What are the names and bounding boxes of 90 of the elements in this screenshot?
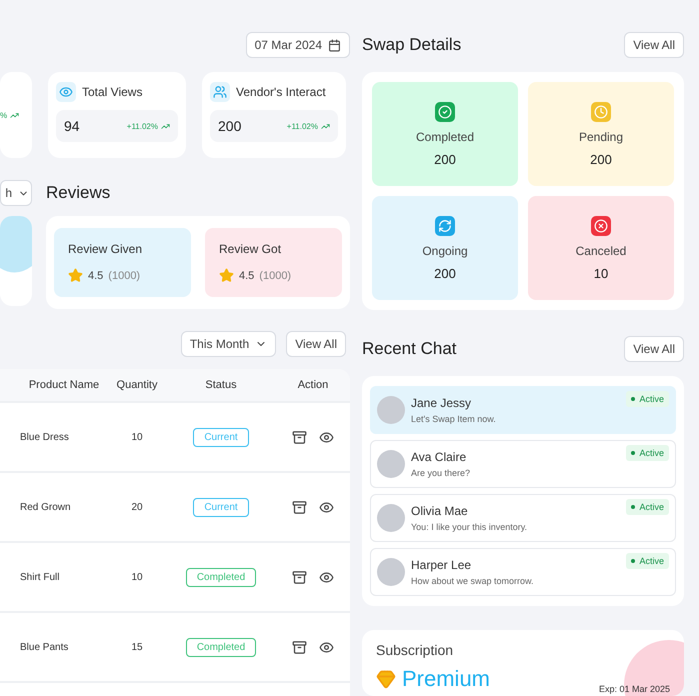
swap-label: Pending: [578, 130, 624, 144]
status-dot-icon: [631, 451, 636, 455]
chat-name: Ava Claire: [411, 450, 468, 464]
review-rating: 4.5: [88, 270, 104, 282]
table-cell-text: 10: [130, 572, 144, 582]
eye-icon[interactable]: [319, 570, 334, 584]
period-dropdown[interactable]: This Month: [180, 331, 276, 357]
avatar: [377, 396, 405, 424]
stat-value: 200: [218, 118, 242, 134]
view-all-button[interactable]: View All: [624, 32, 684, 58]
review-rating: 4.5: [239, 270, 254, 282]
trend-up-icon: [161, 122, 170, 130]
column-header: Status: [204, 379, 238, 391]
avatar: [377, 558, 405, 586]
trend-up-icon: [10, 110, 20, 120]
table-cell-text: 20: [130, 502, 144, 512]
table-cell-text: Blue Dress: [20, 432, 70, 442]
status-dot-icon: [631, 505, 636, 509]
avatar: [377, 450, 405, 478]
section-title: Swap Details: [362, 35, 462, 55]
swap-label: Ongoing: [422, 244, 468, 258]
status-tag: Completed: [186, 638, 256, 656]
view-all-button[interactable]: View All: [624, 336, 684, 362]
plan-name: Premium: [402, 666, 490, 692]
chat-name: Olivia Mae: [411, 504, 469, 518]
expiry-date: Exp: 01 Mar 2025: [598, 684, 670, 694]
view-all-button[interactable]: View All: [286, 331, 346, 357]
eye-icon[interactable]: [319, 640, 334, 654]
chat-name: Jane Jessy: [411, 396, 472, 410]
status-tag: Current: [193, 498, 249, 516]
archive-icon[interactable]: [292, 640, 307, 654]
swap-value: 200: [590, 152, 612, 166]
eye-icon[interactable]: [319, 500, 334, 514]
review-label: Review Got: [219, 242, 282, 256]
status-text: Active: [639, 556, 664, 566]
status-dot-icon: [631, 397, 636, 401]
swap-value: 200: [434, 152, 456, 166]
table-cell-text: Blue Pants: [20, 642, 70, 652]
stat-change: +11.02%: [126, 122, 158, 130]
swap-value: 10: [594, 266, 608, 280]
period-dropdown[interactable]: h: [0, 180, 32, 206]
chat-message: How about we swap tomorrow.: [411, 576, 535, 586]
archive-icon[interactable]: [292, 430, 307, 444]
chat-message: Are you there?: [411, 468, 472, 478]
stat-change: %: [0, 110, 8, 120]
section-title: Recent Chat: [362, 339, 456, 359]
review-label: Review Given: [68, 242, 144, 256]
star-icon: [68, 268, 83, 283]
column-header: Product Name: [28, 379, 100, 391]
eye-icon[interactable]: [319, 430, 334, 444]
status-dot-icon: [631, 559, 636, 563]
table-cell-text: Shirt Full: [20, 572, 60, 582]
star-icon: [219, 268, 234, 283]
column-header: Action: [296, 379, 330, 391]
swap-label: Completed: [416, 130, 474, 144]
stat-value: 94: [64, 118, 80, 134]
chat-message: You: I like your this inventory.: [411, 522, 528, 532]
trend-up-icon: [321, 122, 330, 130]
status-tag: Current: [193, 428, 249, 446]
table-cell-text: 15: [130, 642, 144, 652]
stat-change: +11.02%: [286, 122, 318, 130]
chat-item[interactable]: Harper Lee How about we swap tomorrow. Active: [370, 548, 676, 596]
archive-icon[interactable]: [292, 500, 307, 514]
chat-item[interactable]: Olivia Mae You: I like your this inventory. Active: [370, 494, 676, 542]
date-button[interactable]: 07 Mar 2024: [246, 32, 350, 58]
chat-message: Let's Swap Item now.: [411, 414, 497, 424]
table-cell-text: 10: [130, 432, 144, 442]
avatar: [377, 504, 405, 532]
review-count: (1000): [108, 270, 140, 282]
archive-icon[interactable]: [292, 570, 307, 584]
subscription-title: Subscription: [376, 642, 454, 658]
section-title: Reviews: [46, 183, 110, 203]
review-count: (1000): [259, 270, 292, 282]
status-text: Active: [639, 394, 664, 404]
chat-item[interactable]: Jane Jessy Let's Swap Item now. Active: [370, 386, 676, 434]
swap-label: Canceled: [576, 244, 626, 258]
status-text: Active: [639, 448, 664, 458]
chat-item[interactable]: Ava Claire Are you there? Active: [370, 440, 676, 488]
stat-title: Vendor's Interact: [236, 85, 326, 99]
calendar-icon: [328, 38, 341, 52]
refresh-icon: [435, 216, 455, 236]
column-header: Quantity: [116, 379, 158, 391]
stat-title: Total Views: [82, 85, 142, 99]
gem-icon: [376, 669, 396, 689]
chat-name: Harper Lee: [411, 558, 472, 572]
table-cell-text: Red Grown: [20, 502, 72, 512]
swap-value: 200: [434, 266, 456, 280]
clock-icon: [591, 102, 611, 122]
status-tag: Completed: [186, 568, 256, 586]
status-text: Active: [639, 502, 664, 512]
